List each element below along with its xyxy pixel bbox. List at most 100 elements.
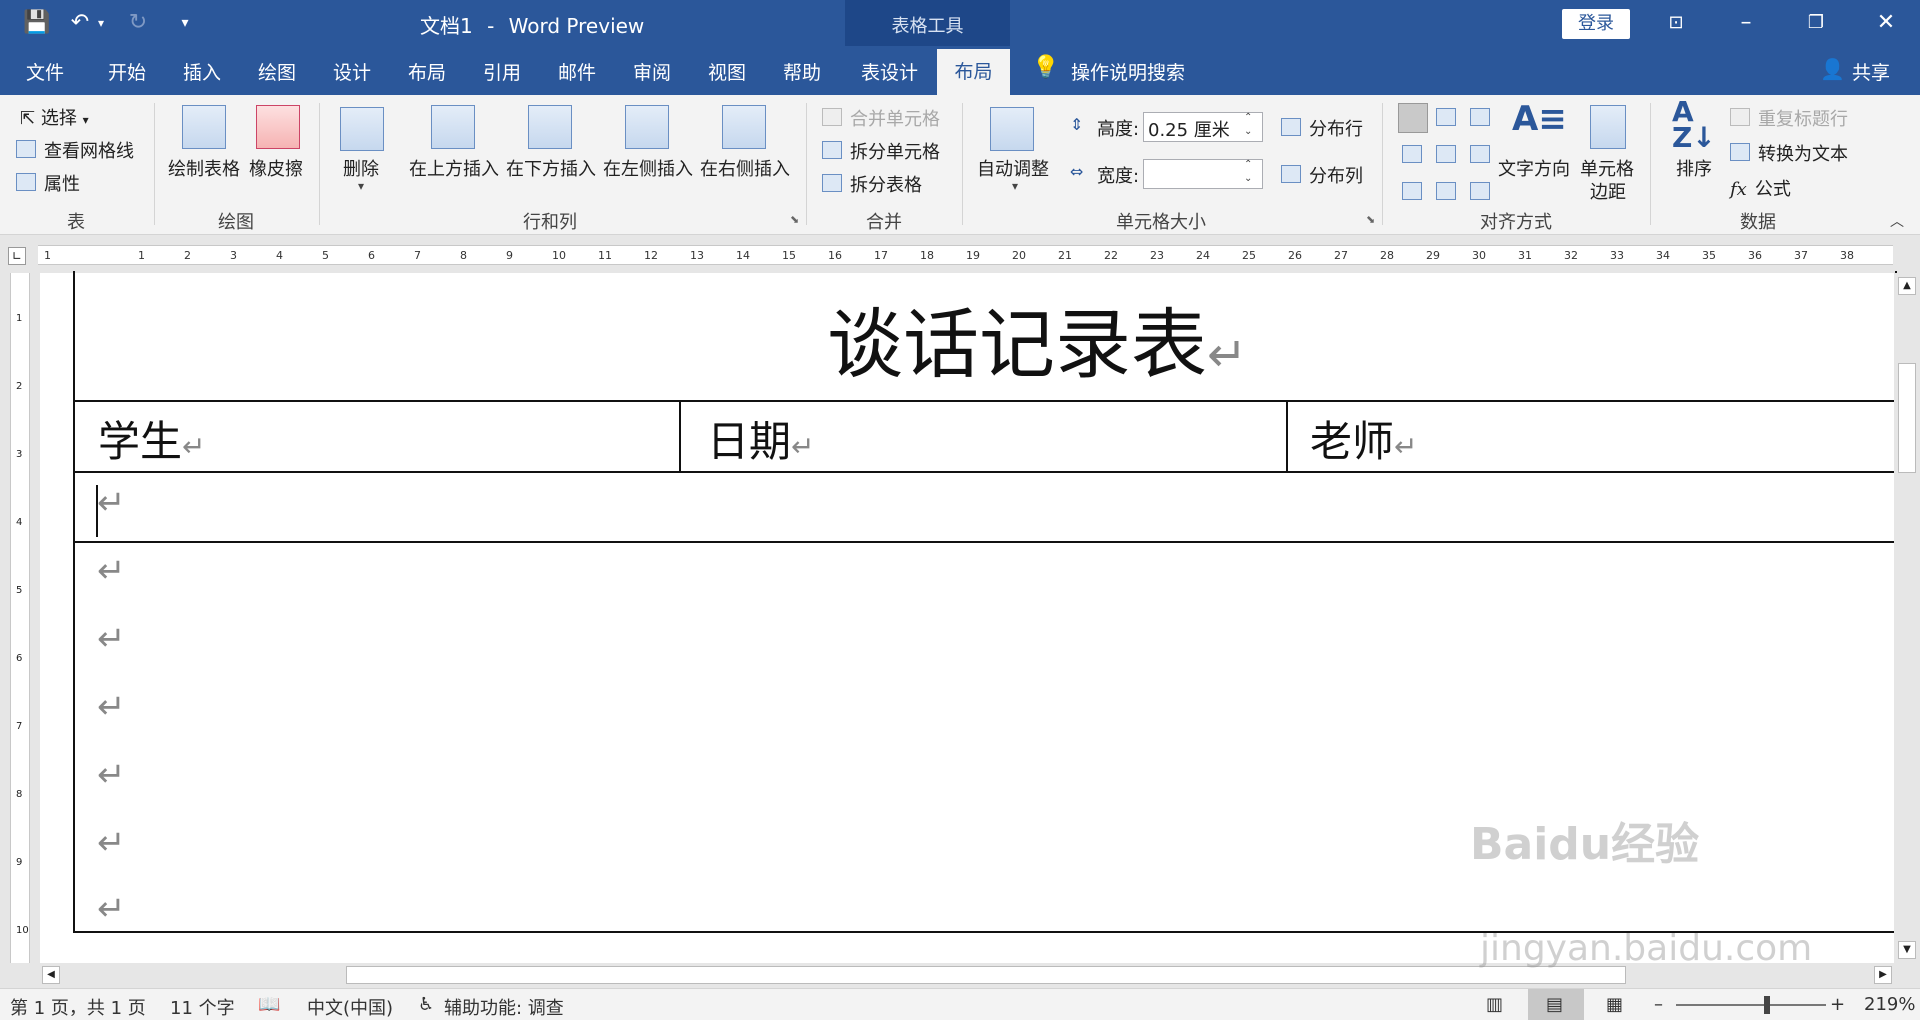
- title-text: 谈话记录表: [827, 300, 1207, 389]
- align-middle-right-icon[interactable]: [1470, 145, 1490, 163]
- draw-table-button[interactable]: 绘制表格: [168, 155, 240, 181]
- insert-below-button[interactable]: 在下方插入: [506, 155, 596, 181]
- tab-table-design[interactable]: 表设计: [861, 58, 918, 85]
- ruler-tick-label: 4: [276, 249, 283, 262]
- zoom-level[interactable]: 219%: [1864, 994, 1915, 1015]
- ruler-tick-label: 30: [1472, 249, 1486, 262]
- insert-above-button[interactable]: 在上方插入: [409, 155, 499, 181]
- align-bottom-left-icon[interactable]: [1402, 182, 1422, 200]
- select-button[interactable]: ⇱ 选择 ▾: [20, 104, 89, 130]
- login-button[interactable]: 登录: [1562, 9, 1630, 39]
- zoom-slider[interactable]: [1676, 1004, 1826, 1006]
- undo-dropdown-icon[interactable]: ▾: [94, 8, 108, 38]
- align-bottom-center-icon[interactable]: [1436, 182, 1456, 200]
- formula-button[interactable]: fx 公式: [1730, 175, 1791, 201]
- align-middle-left-icon[interactable]: [1402, 145, 1422, 163]
- repeat-header-button[interactable]: 重复标题行: [1730, 105, 1848, 131]
- height-spinner[interactable]: ⌃ ⌄: [1244, 111, 1252, 139]
- text-direction-button[interactable]: 文字方向: [1498, 155, 1570, 181]
- vertical-ruler-tick-label: 2: [16, 381, 23, 392]
- horizontal-ruler: ∟ 1 1 2 3 4 5 6 7 8 9 10 11 12 13 14 15 16 17 18 19 20 21 22 23…: [0, 235, 1920, 273]
- tab-file[interactable]: 文件: [26, 58, 64, 85]
- dialog-launcher-icon[interactable]: ⬊: [1366, 213, 1375, 226]
- tab-design[interactable]: 设计: [333, 58, 371, 85]
- insert-left-icon: [625, 105, 669, 149]
- language[interactable]: 中文(中国): [307, 994, 393, 1020]
- align-top-left-icon[interactable]: [1398, 103, 1428, 133]
- insert-left-button[interactable]: 在左侧插入: [603, 155, 693, 181]
- document-title[interactable]: 谈话记录表↵: [827, 283, 1247, 393]
- split-table-button[interactable]: 拆分表格: [822, 171, 922, 197]
- scroll-thumb[interactable]: [1898, 363, 1916, 473]
- header-teacher-text: 老师: [1310, 417, 1395, 466]
- page-count[interactable]: 第 1 页，共 1 页: [10, 994, 146, 1020]
- vertical-scrollbar[interactable]: ▲ ▼: [1894, 273, 1920, 963]
- horizontal-scroll-thumb[interactable]: [346, 966, 1626, 984]
- zoom-out-icon[interactable]: –: [1654, 994, 1663, 1015]
- eraser-button[interactable]: 橡皮擦: [249, 155, 303, 181]
- print-layout-icon[interactable]: ▤: [1546, 994, 1563, 1015]
- tab-home[interactable]: 开始: [108, 58, 146, 85]
- view-gridlines-button[interactable]: 查看网格线: [16, 137, 134, 163]
- accessibility-status[interactable]: 辅助功能: 调查: [444, 994, 564, 1020]
- proofing-icon[interactable]: 📖: [258, 994, 280, 1015]
- save-icon[interactable]: 💾: [22, 8, 52, 38]
- delete-button[interactable]: 删除: [343, 155, 379, 181]
- ribbon-display-icon[interactable]: ⊡: [1648, 6, 1704, 40]
- tab-help[interactable]: 帮助: [783, 58, 821, 85]
- watermark-logo: Baidu经验: [1470, 819, 1700, 870]
- merge-cells-button[interactable]: 合并单元格: [822, 105, 940, 131]
- header-cell-teacher[interactable]: 老师↵: [1310, 408, 1417, 469]
- tab-selector-icon[interactable]: ∟: [8, 247, 26, 265]
- align-top-center-icon[interactable]: [1436, 108, 1456, 126]
- tab-review[interactable]: 审阅: [633, 58, 671, 85]
- window-title: 文档1 - Word Preview: [420, 10, 644, 39]
- distribute-rows-button[interactable]: 分布行: [1281, 115, 1363, 141]
- header-cell-date[interactable]: 日期↵: [707, 408, 814, 469]
- width-spinner[interactable]: ⌃ ⌄: [1244, 158, 1252, 186]
- scroll-left-icon[interactable]: ◀: [42, 966, 60, 984]
- align-bottom-right-icon[interactable]: [1470, 182, 1490, 200]
- align-top-right-icon[interactable]: [1470, 108, 1490, 126]
- tab-table-layout[interactable]: 布局: [937, 49, 1010, 95]
- dialog-launcher-icon[interactable]: ⬊: [790, 213, 799, 226]
- vertical-ruler-tick-label: 6: [16, 653, 23, 664]
- align-middle-center-icon[interactable]: [1436, 145, 1456, 163]
- tab-references[interactable]: 引用: [483, 58, 521, 85]
- scroll-down-icon[interactable]: ▼: [1898, 941, 1916, 959]
- properties-button[interactable]: 属性: [16, 170, 80, 196]
- cell-margins-button-line2[interactable]: 边距: [1590, 178, 1626, 204]
- tab-insert[interactable]: 插入: [183, 58, 221, 85]
- customize-toolbar-icon[interactable]: ▾: [175, 8, 195, 38]
- convert-text-button[interactable]: 转换为文本: [1730, 140, 1848, 166]
- paragraph-mark: ↵: [1207, 327, 1248, 383]
- tell-me-search[interactable]: 操作说明搜索: [1071, 58, 1185, 85]
- tab-view[interactable]: 视图: [708, 58, 746, 85]
- restore-icon[interactable]: ❐: [1788, 6, 1844, 40]
- share-button[interactable]: 共享: [1852, 58, 1890, 85]
- collapse-ribbon-icon[interactable]: ︿: [1890, 211, 1904, 231]
- zoom-slider-thumb[interactable]: [1764, 996, 1770, 1014]
- web-layout-icon[interactable]: ▦: [1606, 994, 1623, 1015]
- zoom-in-icon[interactable]: +: [1830, 994, 1845, 1015]
- close-icon[interactable]: ✕: [1858, 6, 1914, 40]
- sort-button[interactable]: 排序: [1676, 155, 1712, 181]
- convert-text-label: 转换为文本: [1758, 144, 1848, 165]
- word-count[interactable]: 11 个字: [170, 994, 235, 1020]
- distribute-cols-button[interactable]: 分布列: [1281, 162, 1363, 188]
- redo-icon[interactable]: ↻: [124, 8, 152, 38]
- insert-right-button[interactable]: 在右侧插入: [700, 155, 790, 181]
- minimize-icon[interactable]: –: [1718, 6, 1774, 40]
- read-mode-icon[interactable]: ▥: [1486, 994, 1503, 1015]
- vertical-ruler-tick-label: 8: [16, 789, 23, 800]
- tab-page-layout[interactable]: 布局: [408, 58, 446, 85]
- undo-icon[interactable]: ↶: [66, 8, 94, 38]
- tab-mailings[interactable]: 邮件: [558, 58, 596, 85]
- insert-above-icon: [431, 105, 475, 149]
- header-cell-student[interactable]: 学生↵: [98, 408, 205, 469]
- scroll-right-icon[interactable]: ▶: [1874, 966, 1892, 984]
- autofit-button[interactable]: 自动调整: [977, 155, 1049, 181]
- split-cells-button[interactable]: 拆分单元格: [822, 138, 940, 164]
- tab-draw[interactable]: 绘图: [258, 58, 296, 85]
- scroll-up-icon[interactable]: ▲: [1898, 277, 1916, 295]
